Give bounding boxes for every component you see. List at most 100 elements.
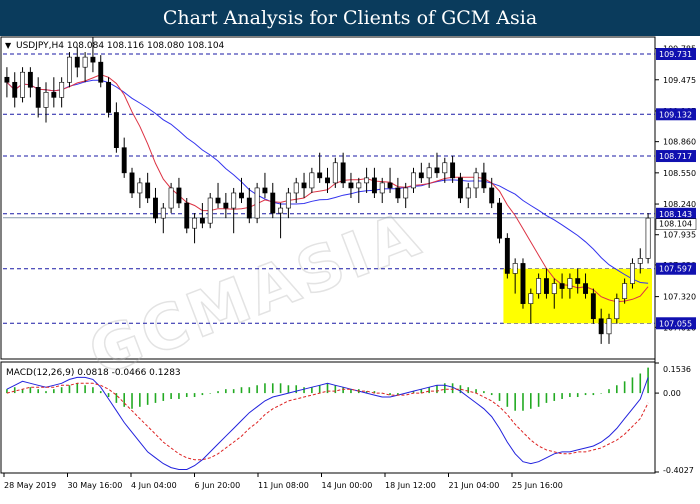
candle (129, 167, 135, 198)
macd-tick-label: 0.00 (663, 389, 681, 398)
candle (309, 167, 315, 193)
candle-body (559, 283, 565, 289)
candle-body (551, 283, 557, 294)
candle (137, 177, 143, 209)
candle-body (630, 263, 635, 284)
candle (418, 162, 424, 183)
macd-histogram-bar (451, 383, 454, 394)
candle (67, 52, 72, 88)
macd-histogram-bar (29, 387, 32, 394)
candle (27, 67, 33, 98)
candle-body (35, 87, 41, 108)
candle (51, 77, 57, 108)
candle (301, 172, 307, 198)
candle-body (528, 293, 534, 304)
candle-body (473, 172, 479, 189)
candle-body (82, 56, 88, 68)
level-label: 109.132 (659, 110, 692, 119)
macd-histogram-bar (326, 383, 329, 394)
candle-body (387, 182, 393, 189)
macd-histogram-bar (522, 393, 524, 411)
macd-histogram-bar (271, 383, 274, 394)
macd-histogram-bar (483, 391, 485, 394)
candle (364, 167, 370, 193)
candle-body (246, 197, 252, 219)
candle-body (395, 187, 401, 199)
macd-histogram-bar (115, 393, 118, 403)
candle-body (590, 293, 596, 320)
macd-histogram-bar (287, 385, 290, 394)
candle (98, 55, 104, 88)
collapse-icon[interactable]: ▼ (5, 41, 12, 50)
candle (278, 203, 284, 239)
candle-body (583, 283, 588, 294)
macd-histogram-bar (443, 383, 446, 394)
candle-body (543, 278, 549, 294)
candle-body (418, 172, 424, 179)
candle-body (215, 197, 221, 204)
time-tick-label: 30 May 16:00 (68, 481, 123, 490)
candle (20, 67, 25, 103)
candle-body (293, 182, 299, 194)
macd-histogram-bar (154, 393, 157, 403)
candle-body (285, 192, 291, 209)
macd-histogram-bar (37, 389, 39, 394)
candle-body (403, 187, 409, 199)
macd-histogram-bar (170, 393, 172, 399)
candle (465, 182, 471, 209)
macd-pane-border (0, 361, 656, 474)
candle-body (598, 318, 604, 335)
candle (473, 167, 479, 198)
candle-body (20, 71, 25, 98)
candle (520, 258, 526, 309)
candle (35, 77, 41, 118)
chart-header: USDJPY,H4 108.084 108.116 108.080 108.10… (16, 41, 225, 51)
candle (74, 47, 80, 78)
time-tick-label: 11 Jun 08:00 (258, 481, 309, 490)
candle-body (371, 177, 377, 194)
candle-body (207, 197, 213, 224)
candle-body (379, 182, 385, 194)
macd-histogram-bar (436, 385, 438, 394)
candle-body (481, 172, 487, 189)
macd-histogram-bar (131, 393, 133, 409)
macd-histogram-bar (498, 393, 501, 401)
macd-histogram-bar (569, 393, 571, 398)
candle-body (411, 172, 416, 189)
candle-body (121, 147, 127, 174)
candle-body (160, 207, 166, 219)
candle-body (192, 217, 198, 229)
macd-histogram-bar (318, 385, 321, 394)
macd-histogram-bar (303, 387, 305, 394)
candle (199, 203, 205, 229)
candle-body (426, 167, 432, 179)
macd-histogram-bar (616, 385, 618, 394)
macd-histogram-bar (45, 391, 47, 394)
candle-body (497, 202, 502, 239)
candle-body (645, 217, 651, 259)
chart-banner: Chart Analysis for Clients of GCM Asia (0, 0, 700, 36)
candle-body (90, 56, 96, 63)
macd-histogram-bar (537, 393, 540, 407)
candle (371, 167, 377, 198)
level-label: 109.731 (659, 50, 692, 59)
candle-body (168, 187, 174, 209)
candle-body (43, 92, 49, 108)
candle (82, 52, 88, 83)
candle-body (184, 202, 190, 229)
time-tick-label: 18 Jun 12:00 (385, 481, 436, 490)
macd-histogram-bar (561, 393, 563, 399)
macd-histogram-bar (553, 393, 556, 401)
price-tick-label: 107.935 (663, 231, 696, 240)
candle-body (512, 263, 518, 274)
macd-histogram-bar (248, 387, 251, 394)
macd-histogram-bar (608, 389, 610, 394)
price-axis-ticks: 107.010107.320107.630107.935108.240108.5… (655, 45, 696, 332)
time-axis-ticks: 28 May 2019 30 May 16:00 4 Jun 04:00 6 Jun … (3, 473, 563, 490)
candle-body (364, 177, 370, 184)
macd-histogram-bar (428, 387, 430, 394)
macd-histogram-bar (217, 391, 219, 394)
macd-histogram-bar (623, 381, 626, 394)
candle-body (278, 207, 284, 214)
candle-body (309, 172, 315, 189)
